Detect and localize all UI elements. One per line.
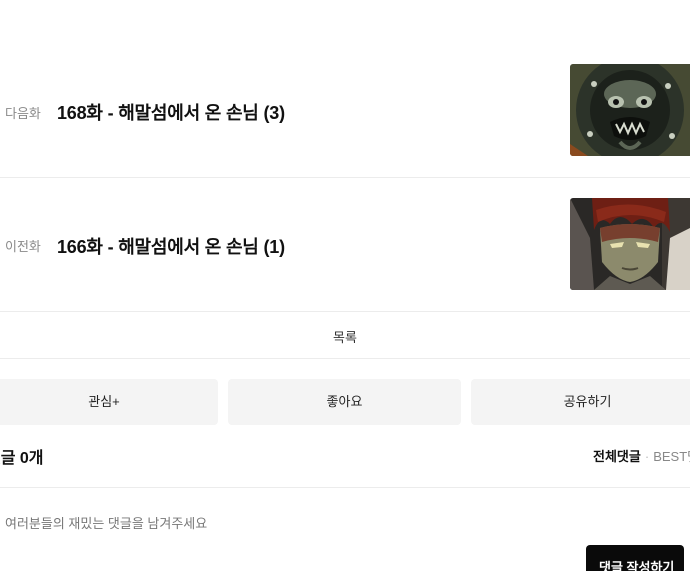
- next-episode-tag: 다음화: [5, 106, 41, 121]
- next-episode-row[interactable]: 다음화 168화 - 해말섬에서 온 손님 (3): [0, 54, 690, 178]
- share-button[interactable]: 공유하기: [471, 379, 690, 425]
- sort-best-comments-tab[interactable]: BEST댓글: [653, 449, 690, 464]
- episode-list-label: 목록: [333, 330, 357, 345]
- red-haired-character-thumbnail-image: [570, 198, 690, 290]
- comment-header: 댓글 0개 전체댓글·BEST댓글: [0, 432, 690, 488]
- comment-count: 댓글 0개: [0, 450, 44, 467]
- comment-input[interactable]: 여러분들의 재밌는 댓글을 남겨주세요: [5, 513, 207, 532]
- next-episode-title[interactable]: 168화 - 해말섬에서 온 손님 (3): [57, 99, 285, 125]
- demon-mask-thumbnail-image: [570, 64, 690, 156]
- favorite-button[interactable]: 관심+: [0, 379, 218, 425]
- write-comment-button[interactable]: 댓글 작성하기: [586, 545, 684, 571]
- prev-episode-row[interactable]: 이전화 166화 - 해말섬에서 온 손님 (1): [0, 188, 690, 312]
- like-button[interactable]: 좋아요: [228, 379, 461, 425]
- prev-episode-thumbnail[interactable]: [570, 198, 690, 290]
- comment-sort-tabs: 전체댓글·BEST댓글: [593, 446, 690, 465]
- episode-list-link[interactable]: 목록: [0, 312, 690, 359]
- next-episode-thumbnail[interactable]: [570, 64, 690, 156]
- sort-separator: ·: [644, 449, 650, 464]
- prev-episode-tag: 이전화: [5, 239, 41, 254]
- prev-episode-title[interactable]: 166화 - 해말섬에서 온 손님 (1): [57, 233, 285, 259]
- sort-all-comments-tab[interactable]: 전체댓글: [593, 449, 641, 464]
